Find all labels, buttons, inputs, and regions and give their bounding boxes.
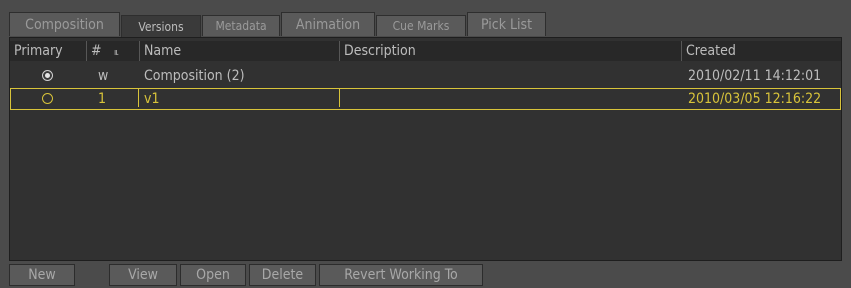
created-cell: 2010/03/05 12:16:22 <box>688 91 822 107</box>
versions-panel: Primary # ıı. Name Description Created w… <box>9 37 842 261</box>
tab-bar: Composition Versions Metadata Animation … <box>9 12 842 37</box>
header-primary[interactable]: Primary <box>10 41 86 61</box>
table-row[interactable]: w Composition (2) 2010/02/11 14:12:01 <box>10 66 841 86</box>
tab-composition[interactable]: Composition <box>9 12 120 36</box>
number-cell: 1 <box>98 91 107 107</box>
description-cell[interactable] <box>340 66 680 86</box>
description-cell[interactable] <box>340 89 680 109</box>
tab-cue-marks[interactable]: Cue Marks <box>376 15 466 36</box>
primary-radio-icon[interactable] <box>42 93 53 104</box>
sort-icon[interactable]: ıı. <box>110 41 138 61</box>
primary-cell[interactable] <box>10 66 86 86</box>
tab-animation[interactable]: Animation <box>281 12 375 36</box>
header-created[interactable]: Created <box>681 41 841 61</box>
tab-pick-list[interactable]: Pick List <box>467 12 546 36</box>
created-cell: 2010/02/11 14:12:01 <box>688 68 822 84</box>
new-button[interactable]: New <box>9 264 75 286</box>
table-row-selected[interactable]: 1 v1 2010/03/05 12:16:22 <box>10 88 841 110</box>
primary-radio-icon[interactable] <box>42 70 53 81</box>
number-cell: w <box>98 68 109 84</box>
table-header: Primary # ıı. Name Description Created <box>10 41 841 61</box>
header-name[interactable]: Name <box>139 41 339 61</box>
header-number[interactable]: # <box>86 41 110 61</box>
tab-versions[interactable]: Versions <box>121 15 201 37</box>
name-cell[interactable]: v1 <box>140 89 340 109</box>
view-button[interactable]: View <box>109 264 177 286</box>
open-button[interactable]: Open <box>180 264 246 286</box>
header-description[interactable]: Description <box>339 41 681 61</box>
tab-metadata[interactable]: Metadata <box>202 15 280 36</box>
revert-working-to-button[interactable]: Revert Working To <box>319 264 483 286</box>
name-cell[interactable]: Composition (2) <box>140 66 340 86</box>
primary-cell[interactable] <box>11 89 87 109</box>
delete-button[interactable]: Delete <box>249 264 316 286</box>
